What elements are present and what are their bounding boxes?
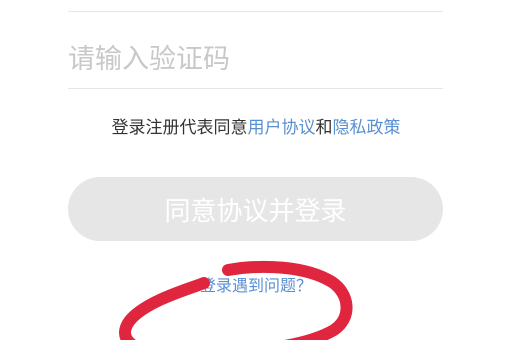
agree-and-login-button[interactable]: 同意协议并登录 <box>68 177 443 241</box>
login-problem-link[interactable]: 登录遇到问题？ <box>0 272 512 296</box>
login-page: 登录注册代表同意用户协议和隐私政策 同意协议并登录 登录遇到问题？ <box>0 0 512 340</box>
verification-code-input[interactable] <box>68 36 443 82</box>
agreement-notice: 登录注册代表同意用户协议和隐私政策 <box>0 113 512 138</box>
privacy-policy-link[interactable]: 隐私政策 <box>333 118 401 138</box>
agreement-conjunction: 和 <box>315 118 333 138</box>
agreement-prefix: 登录注册代表同意 <box>111 118 248 138</box>
top-field-divider <box>68 11 443 12</box>
code-field-divider <box>68 88 443 89</box>
user-agreement-link[interactable]: 用户协议 <box>248 118 316 138</box>
